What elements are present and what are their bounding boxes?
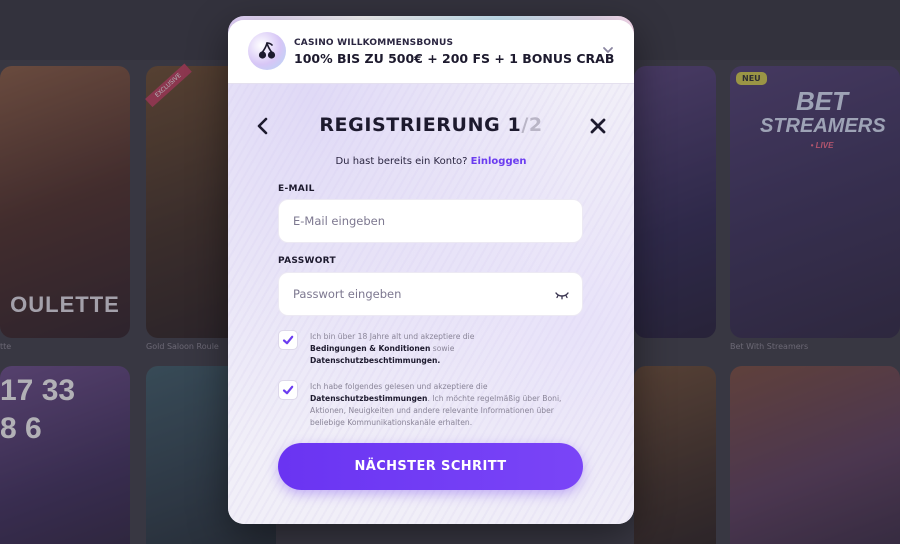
close-icon — [590, 118, 606, 134]
welcome-bonus-bar[interactable]: CASINO WILLKOMMENSBONUS 100% BIS ZU 500€… — [228, 20, 634, 84]
cherries-icon — [248, 32, 286, 70]
email-label: E-MAIL — [278, 184, 315, 194]
terms-text-mid: sowie — [432, 344, 455, 353]
password-field[interactable] — [279, 273, 582, 315]
page-title: REGISTRIERUNG 1/2 — [228, 114, 634, 136]
terms-text-pre: Ich bin über 18 Jahre alt und akzeptiere… — [310, 332, 475, 341]
login-prompt-text: Du hast bereits ein Konto? — [335, 156, 468, 167]
eye-closed-icon — [555, 292, 569, 300]
marketing-consent-text: Ich habe folgendes gelesen und akzeptier… — [310, 381, 580, 429]
checkmark-icon — [282, 335, 294, 345]
step-total: /2 — [521, 114, 543, 136]
marketing-text-pre: Ich habe folgendes gelesen und akzeptier… — [310, 382, 488, 391]
bonus-label: CASINO WILLKOMMENSBONUS — [294, 38, 454, 48]
next-step-button[interactable]: NÄCHSTER SCHRITT — [278, 443, 583, 490]
email-field-wrapper — [278, 199, 583, 243]
terms-consent-text: Ich bin über 18 Jahre alt und akzeptiere… — [310, 331, 580, 367]
modal-header: REGISTRIERUNG 1/2 — [228, 108, 634, 144]
marketing-checkbox[interactable] — [278, 380, 298, 400]
chevron-down-icon[interactable] — [600, 42, 616, 58]
login-prompt: Du hast bereits ein Konto? Einloggen — [228, 156, 634, 167]
checkmark-icon — [282, 385, 294, 395]
password-field-wrapper — [278, 272, 583, 316]
login-link[interactable]: Einloggen — [471, 156, 527, 167]
terms-link[interactable]: Bedingungen & Konditionen — [310, 344, 430, 353]
password-visibility-toggle[interactable] — [554, 287, 570, 301]
registration-modal: CASINO WILLKOMMENSBONUS 100% BIS ZU 500€… — [228, 20, 634, 524]
terms-checkbox[interactable] — [278, 330, 298, 350]
password-label: PASSWORT — [278, 256, 336, 266]
close-button[interactable] — [588, 116, 608, 136]
email-field[interactable] — [279, 200, 582, 242]
bonus-title: 100% BIS ZU 500€ + 200 FS + 1 BONUS CRAB — [294, 51, 615, 66]
privacy-link[interactable]: Datenschutzbeschtimmungen. — [310, 356, 440, 365]
step-current: 1 — [507, 114, 522, 136]
privacy-link-2[interactable]: Datenschutzbestimmungen — [310, 394, 427, 403]
title-text: REGISTRIERUNG — [319, 114, 501, 136]
